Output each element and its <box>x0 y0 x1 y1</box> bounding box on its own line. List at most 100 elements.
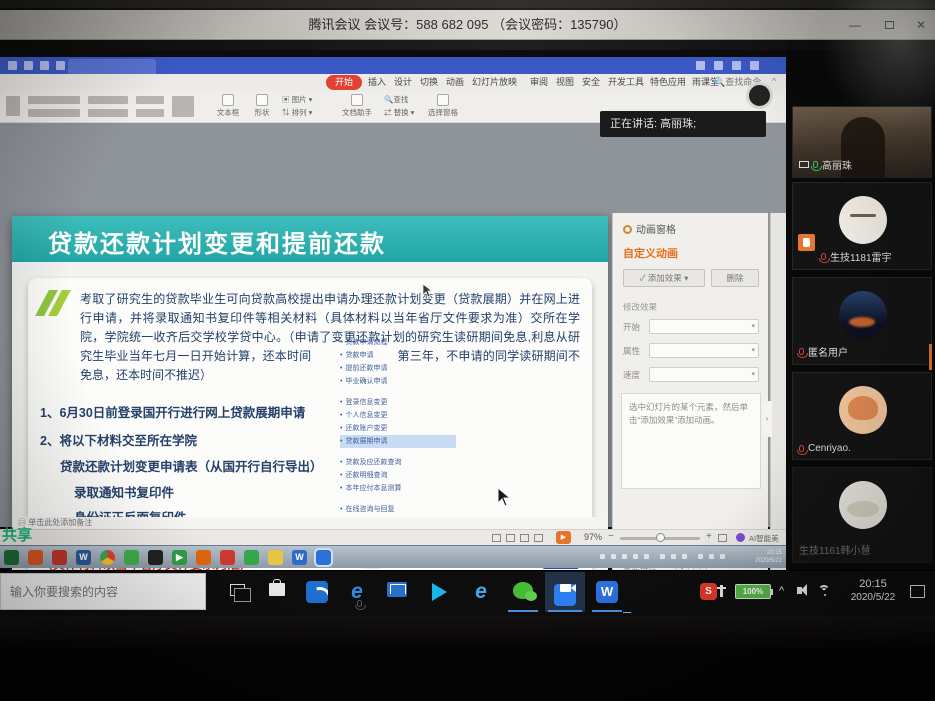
ie-button[interactable]: e <box>466 577 496 607</box>
green-app-icon[interactable] <box>124 550 139 565</box>
tray-expand-chevron[interactable]: ^ <box>779 585 784 597</box>
tab-home[interactable]: 开始 <box>326 75 362 90</box>
sorter-view-icon[interactable] <box>506 534 515 542</box>
tray-icon[interactable] <box>611 554 616 559</box>
wechat-button[interactable] <box>508 577 538 607</box>
wifi-icon[interactable] <box>818 585 832 597</box>
tencent-video-button[interactable] <box>424 577 454 607</box>
start-icon[interactable] <box>4 550 19 565</box>
undo-icon[interactable] <box>24 61 33 70</box>
pdf-app-icon[interactable] <box>52 550 67 565</box>
speed-field-select[interactable] <box>649 367 759 382</box>
participant-tile[interactable]: 生技1181雷宇 <box>792 182 932 270</box>
close-button[interactable]: ✕ <box>912 17 930 33</box>
store-button[interactable] <box>262 577 292 607</box>
search-input[interactable] <box>1 574 171 609</box>
fit-slide-icon[interactable] <box>718 534 727 542</box>
tray-icon[interactable] <box>682 554 687 559</box>
paste-icon[interactable] <box>6 96 20 116</box>
align-row[interactable] <box>88 109 128 117</box>
orange-app-icon[interactable] <box>196 550 211 565</box>
selection-pane-button[interactable]: 选择窗格 <box>424 92 462 118</box>
edge-button[interactable]: e <box>342 577 372 607</box>
arrange-button[interactable]: ⇅ 排列 ▾ <box>282 109 312 117</box>
action-center-icon[interactable] <box>910 585 925 598</box>
picture-button[interactable]: ▣ 图片 ▾ <box>282 96 312 104</box>
font-style-row[interactable] <box>28 109 80 117</box>
player-app-icon[interactable]: ▶ <box>172 550 187 565</box>
word-icon[interactable]: W <box>76 550 91 565</box>
battery-indicator[interactable]: 100% <box>735 584 771 599</box>
participant-tile[interactable]: Cenriyao. <box>792 372 932 460</box>
indent-row[interactable] <box>136 109 164 117</box>
tencent-meeting-button[interactable] <box>550 577 580 607</box>
replace-button[interactable]: ⇄ 替换 ▾ <box>384 109 414 117</box>
participant-tile[interactable]: 匿名用户 <box>792 277 932 365</box>
tray-icon[interactable] <box>633 554 638 559</box>
outlook-icon[interactable] <box>28 550 43 565</box>
delete-effect-button[interactable]: 删除 <box>711 269 759 287</box>
tray-icon[interactable] <box>709 554 714 559</box>
tab-view[interactable]: 视图 <box>556 75 574 90</box>
ai-beautify-icon[interactable] <box>736 533 745 542</box>
tab-design[interactable]: 设计 <box>394 75 412 90</box>
dark-app-icon[interactable] <box>148 550 163 565</box>
tab-animation[interactable]: 动画 <box>446 75 464 90</box>
close-wps-icon[interactable] <box>750 61 759 70</box>
font-size-box[interactable] <box>88 96 128 104</box>
outline-view-icon[interactable] <box>534 534 543 542</box>
zoom-slider-knob[interactable] <box>656 533 665 542</box>
taskbar-clock[interactable]: 20:15 2020/5/22 <box>845 577 901 605</box>
participant-tile[interactable]: 生技1161韩小慧 <box>792 467 932 563</box>
tab-features[interactable]: 特色应用 <box>650 75 686 90</box>
tab-insert[interactable]: 插入 <box>368 75 386 90</box>
zoom-in-button[interactable]: + <box>706 531 712 542</box>
wps-remote-icon[interactable]: W <box>292 550 307 565</box>
start-field-select[interactable] <box>649 319 759 334</box>
meeting-remote-icon[interactable] <box>316 550 331 565</box>
folder-app-icon[interactable] <box>268 550 283 565</box>
collapse-ribbon-icon[interactable]: ^ <box>772 76 776 86</box>
speaker-icon[interactable] <box>797 587 802 594</box>
task-view-button[interactable] <box>222 577 252 607</box>
tray-icon[interactable] <box>720 554 725 559</box>
tray-icon[interactable] <box>660 554 665 559</box>
font-name-box[interactable] <box>28 96 80 104</box>
user-icon[interactable] <box>696 61 705 70</box>
mail-button[interactable] <box>382 577 412 607</box>
map-app-icon[interactable] <box>244 550 259 565</box>
tray-icon[interactable] <box>698 554 703 559</box>
tray-icon[interactable] <box>671 554 676 559</box>
slideshow-play-icon[interactable]: ▶ <box>556 531 571 544</box>
bullets-row[interactable] <box>136 96 164 104</box>
blue-app-button[interactable] <box>302 577 332 607</box>
redo-icon[interactable] <box>40 61 49 70</box>
tab-devtools[interactable]: 开发工具 <box>608 75 644 90</box>
find-button[interactable]: 🔍查找 <box>384 96 408 104</box>
chrome-icon[interactable] <box>100 550 115 565</box>
participant-scrollbar[interactable] <box>929 344 932 370</box>
windows-search-box[interactable] <box>0 573 206 610</box>
shape-button[interactable]: 形状 <box>248 92 276 118</box>
add-effect-button[interactable]: ✓ 添加效果 ▾ <box>623 269 705 287</box>
tray-icon[interactable] <box>622 554 627 559</box>
zoom-out-button[interactable]: − <box>608 531 614 542</box>
normal-view-icon[interactable] <box>492 534 501 542</box>
red-app-icon[interactable] <box>220 550 235 565</box>
tab-security[interactable]: 安全 <box>582 75 600 90</box>
print-icon[interactable] <box>56 61 65 70</box>
minimize-button[interactable]: — <box>846 17 864 33</box>
restore-wps-icon[interactable] <box>732 61 741 70</box>
property-field-select[interactable] <box>649 343 759 358</box>
doc-assistant-button[interactable]: 文档助手 <box>338 92 376 118</box>
wps-button[interactable]: W <box>592 577 622 607</box>
sogou-tray-icon[interactable]: S <box>700 583 717 600</box>
tab-transition[interactable]: 切换 <box>420 75 438 90</box>
minimize-wps-icon[interactable] <box>714 61 723 70</box>
paragraph-icon[interactable] <box>172 96 194 117</box>
notes-placeholder[interactable]: ▤ 单击此处添加备注 <box>12 517 608 529</box>
maximize-button[interactable] <box>880 17 898 33</box>
textbox-button[interactable]: 文本框 <box>212 92 244 118</box>
tab-slideshow[interactable]: 幻灯片放映 <box>472 75 517 90</box>
tab-review[interactable]: 审阅 <box>530 75 548 90</box>
